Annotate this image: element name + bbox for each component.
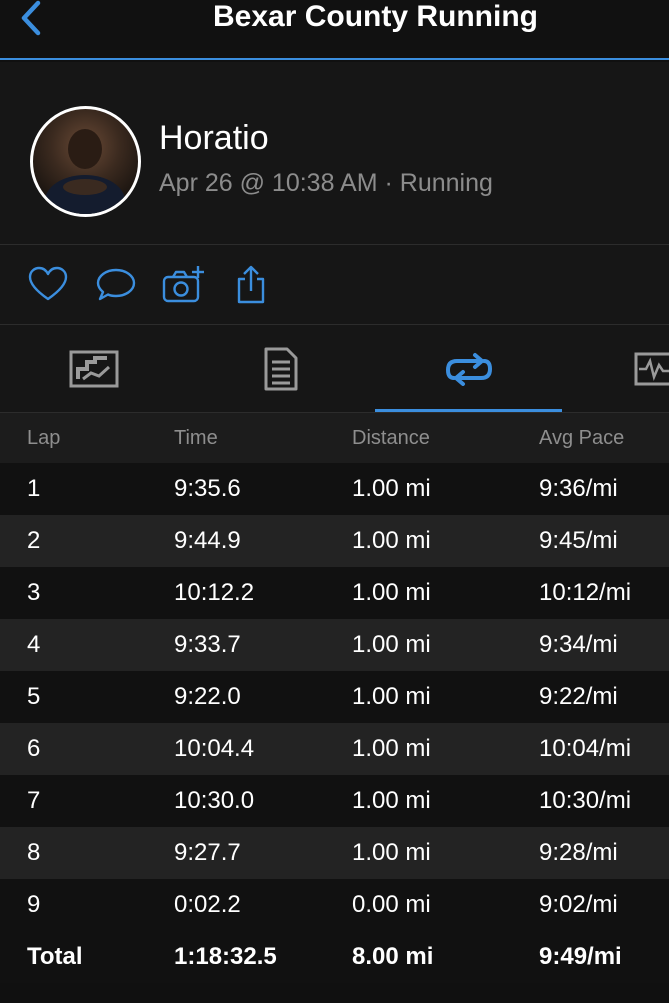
table-row[interactable]: 4 9:33.7 1.00 mi 9:34/mi — [0, 619, 669, 671]
table-row[interactable]: 6 10:04.4 1.00 mi 10:04/mi — [0, 723, 669, 775]
like-button[interactable] — [27, 265, 69, 305]
share-icon — [237, 265, 265, 304]
lap-number: 2 — [27, 527, 41, 554]
table-row[interactable]: 7 10:30.0 1.00 mi 10:30/mi — [0, 775, 669, 827]
lap-distance: 1.00 mi — [352, 787, 431, 814]
table-row[interactable]: 8 9:27.7 1.00 mi 9:28/mi — [0, 827, 669, 879]
lap-pace: 9:45/mi — [539, 527, 618, 554]
lap-time: 9:33.7 — [174, 631, 241, 658]
lap-number: 7 — [27, 787, 41, 814]
page-title: Bexar County Running — [212, 0, 538, 33]
lap-number: 5 — [27, 683, 41, 710]
heart-icon — [28, 266, 68, 301]
table-row[interactable]: 5 9:22.0 1.00 mi 9:22/mi — [0, 671, 669, 723]
lap-time: 10:04.4 — [174, 735, 255, 762]
avatar[interactable] — [30, 106, 141, 217]
lap-pace: 9:02/mi — [539, 891, 618, 918]
table-row[interactable]: 1 9:35.6 1.00 mi 9:36/mi — [0, 463, 669, 515]
lap-distance: 1.00 mi — [352, 839, 431, 866]
column-header-lap[interactable]: Lap — [27, 413, 60, 463]
table-total-row: Total 1:18:32.5 8.00 mi 9:49/mi — [0, 931, 669, 983]
tab-bar — [0, 325, 669, 413]
chart-overview-icon — [69, 350, 118, 388]
lap-distance: 1.00 mi — [352, 631, 431, 658]
lap-distance: 1.00 mi — [352, 527, 431, 554]
comment-button[interactable] — [95, 265, 137, 305]
table-row[interactable]: 3 10:12.2 1.00 mi 10:12/mi — [0, 567, 669, 619]
table-header: Lap Time Distance Avg Pace — [0, 413, 669, 463]
tab-laps[interactable] — [375, 325, 562, 413]
lap-distance: 1.00 mi — [352, 579, 431, 606]
action-bar — [0, 245, 669, 324]
total-label: Total — [27, 943, 83, 970]
lap-time: 9:44.9 — [174, 527, 241, 554]
lap-time: 9:27.7 — [174, 839, 241, 866]
details-list-icon — [264, 347, 298, 391]
lap-pace: 9:28/mi — [539, 839, 618, 866]
lap-time: 9:35.6 — [174, 475, 241, 502]
add-photo-icon — [162, 266, 204, 303]
lap-time: 9:22.0 — [174, 683, 241, 710]
lap-pace: 10:12/mi — [539, 579, 632, 606]
lap-time: 10:12.2 — [174, 579, 255, 606]
tab-selected-indicator — [375, 409, 562, 412]
lap-pace: 10:30/mi — [539, 787, 632, 814]
lap-pace: 9:34/mi — [539, 631, 618, 658]
lap-distance: 0.00 mi — [352, 891, 431, 918]
lap-number: 9 — [27, 891, 41, 918]
nav-bar: Bexar County Running — [0, 0, 669, 60]
lap-pace: 10:04/mi — [539, 735, 632, 762]
total-pace: 9:49/mi — [539, 943, 622, 970]
laps-loop-icon — [445, 353, 492, 386]
lap-number: 4 — [27, 631, 41, 658]
tab-details[interactable] — [187, 325, 375, 413]
activity-meta: Apr 26 @ 10:38 AM · Running — [159, 169, 493, 197]
laps-table: Lap Time Distance Avg Pace 1 9:35.6 1.00… — [0, 413, 669, 983]
total-distance: 8.00 mi — [352, 943, 434, 970]
lap-time: 10:30.0 — [174, 787, 255, 814]
tab-graphs[interactable] — [562, 325, 669, 413]
add-photo-button[interactable] — [162, 265, 204, 305]
comment-icon — [96, 268, 136, 301]
lap-number: 1 — [27, 475, 41, 502]
lap-pace: 9:22/mi — [539, 683, 618, 710]
lap-number: 3 — [27, 579, 41, 606]
column-header-distance[interactable]: Distance — [352, 413, 430, 463]
avatar-photo — [45, 129, 125, 214]
table-row[interactable]: 9 0:02.2 0.00 mi 9:02/mi — [0, 879, 669, 931]
lap-distance: 1.00 mi — [352, 683, 431, 710]
graph-icon — [634, 352, 669, 386]
lap-time: 0:02.2 — [174, 891, 241, 918]
column-header-time[interactable]: Time — [174, 413, 218, 463]
lap-pace: 9:36/mi — [539, 475, 618, 502]
lap-distance: 1.00 mi — [352, 735, 431, 762]
lap-distance: 1.00 mi — [352, 475, 431, 502]
lap-number: 6 — [27, 735, 41, 762]
lap-number: 8 — [27, 839, 41, 866]
table-row[interactable]: 2 9:44.9 1.00 mi 9:45/mi — [0, 515, 669, 567]
tab-overview[interactable] — [0, 325, 187, 413]
total-time: 1:18:32.5 — [174, 943, 277, 970]
column-header-avg-pace[interactable]: Avg Pace — [539, 413, 624, 463]
user-name[interactable]: Horatio — [159, 119, 269, 158]
share-button[interactable] — [231, 265, 273, 305]
activity-header: Horatio Apr 26 @ 10:38 AM · Running — [0, 62, 669, 244]
